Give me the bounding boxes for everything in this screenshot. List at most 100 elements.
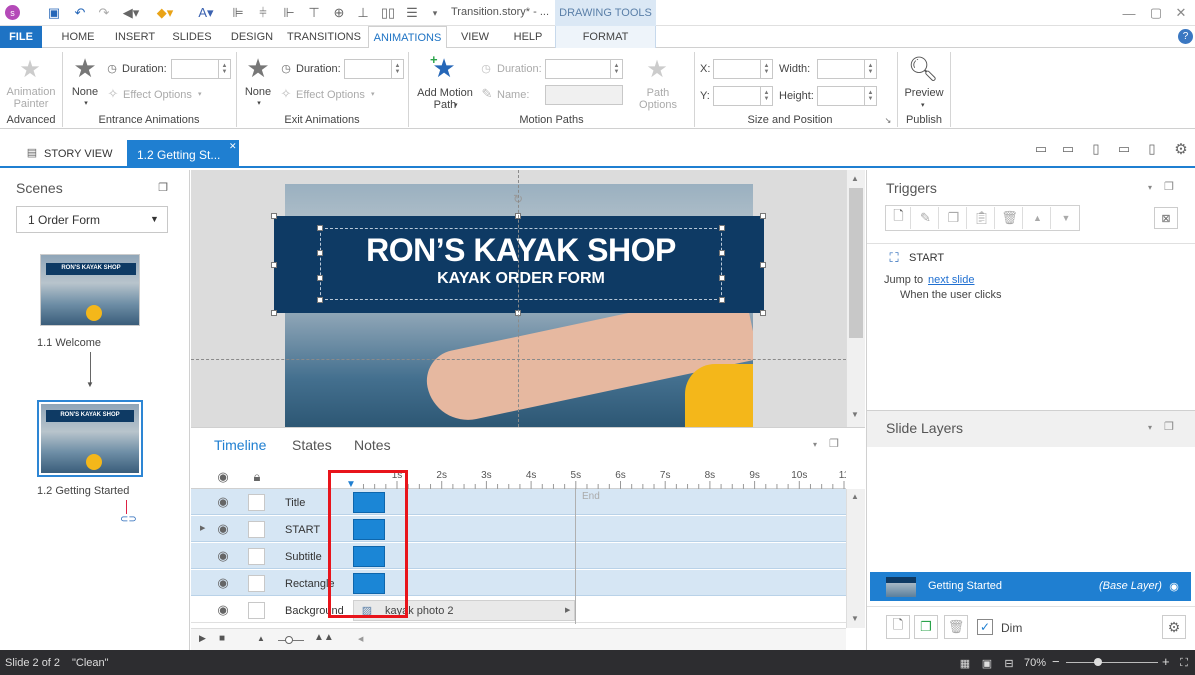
layers-menu-icon[interactable]: ▾: [1148, 423, 1152, 432]
width-spinner[interactable]: ▲ ▼: [864, 60, 876, 78]
timeline-float-icon[interactable]: ❐: [829, 437, 839, 450]
resize-handle[interactable]: [719, 297, 725, 303]
tab-format[interactable]: FORMAT: [555, 26, 656, 48]
y-spinner[interactable]: ▲ ▼: [760, 87, 772, 105]
media-expand-icon[interactable]: ▶: [565, 606, 570, 614]
preview-dropdown-icon[interactable]: ▾: [921, 101, 925, 109]
zoom-slider-track[interactable]: [1066, 662, 1158, 663]
align-bottom-icon[interactable]: ⊥: [355, 4, 371, 22]
exit-effect-options[interactable]: Effect Options: [296, 89, 365, 101]
exit-effect-options-icon[interactable]: ✧: [279, 86, 293, 101]
triggers-float-icon[interactable]: ❐: [1164, 180, 1174, 193]
timeline-hscroll-left-icon[interactable]: ◀: [358, 635, 363, 643]
row-label-subtitle[interactable]: Subtitle: [285, 551, 322, 563]
resize-handle[interactable]: [760, 262, 766, 268]
add-motion-dropdown-icon[interactable]: ▾: [454, 101, 458, 109]
tab-help[interactable]: HELP: [506, 26, 550, 48]
resize-handle[interactable]: [317, 225, 323, 231]
row-label-start[interactable]: START: [285, 524, 320, 536]
exit-star-icon[interactable]: ★: [243, 53, 273, 83]
resize-handle[interactable]: [271, 310, 277, 316]
align-right-icon[interactable]: ⊩: [281, 4, 297, 22]
resize-handle[interactable]: [719, 250, 725, 256]
timeline-vscrollbar[interactable]: [846, 489, 865, 628]
close-tab-icon[interactable]: ✕: [229, 141, 237, 152]
stop-icon[interactable]: ■: [219, 633, 225, 644]
trigger-object-name[interactable]: START: [909, 252, 944, 264]
paste-trigger-icon[interactable]: 📋︎: [969, 207, 995, 229]
help-icon[interactable]: ?: [1178, 29, 1193, 44]
entrance-effect-options[interactable]: Effect Options: [123, 89, 192, 101]
layer-settings-icon[interactable]: ⚙: [1162, 615, 1186, 639]
entrance-dropdown-icon[interactable]: ▾: [80, 99, 92, 107]
tablet-landscape-icon[interactable]: ▭: [1059, 141, 1077, 157]
align-middle-icon[interactable]: ⊕: [331, 4, 347, 22]
play-icon[interactable]: ▶: [199, 633, 206, 644]
undo-icon[interactable]: ↶: [72, 4, 88, 22]
timeline-zoom-thumb[interactable]: [285, 636, 293, 644]
resize-handle[interactable]: [760, 310, 766, 316]
story-view-tab[interactable]: STORY VIEW: [44, 148, 112, 160]
slide-thumbnail-1[interactable]: RON'S KAYAK SHOP: [40, 254, 140, 326]
preview-icon[interactable]: 🔍︎: [906, 53, 940, 85]
zoom-level[interactable]: 70%: [1024, 657, 1046, 669]
zoom-slider-thumb[interactable]: [1094, 658, 1102, 666]
distribute-vertical-icon[interactable]: ☰: [404, 4, 420, 22]
align-top-icon[interactable]: ⊤: [306, 4, 322, 22]
phone-landscape-icon[interactable]: ▭: [1115, 141, 1133, 157]
normal-view-icon[interactable]: ▦: [957, 655, 973, 671]
audio-icon[interactable]: ◀▾: [120, 4, 142, 22]
delete-trigger-icon[interactable]: 🗑︎: [997, 207, 1023, 229]
zoom-in-timeline-icon[interactable]: ▲▲: [314, 632, 334, 643]
resize-handle[interactable]: [271, 262, 277, 268]
new-layer-icon[interactable]: 🗋︎: [886, 615, 910, 639]
resize-handle[interactable]: [271, 213, 277, 219]
tab-transitions[interactable]: TRANSITIONS: [285, 26, 363, 48]
show-all-eye-icon[interactable]: ◉: [215, 469, 231, 485]
row-eye-icon[interactable]: ◉: [215, 494, 231, 510]
path-options-icon[interactable]: ★: [643, 55, 671, 83]
move-down-icon[interactable]: ▼: [1053, 207, 1079, 229]
resize-handle[interactable]: [760, 213, 766, 219]
tab-insert[interactable]: INSERT: [110, 26, 160, 48]
entrance-star-icon[interactable]: ★: [70, 53, 100, 83]
preview-button[interactable]: Preview: [901, 87, 947, 99]
canvas-scroll-down-icon[interactable]: ▼: [851, 410, 859, 419]
row-lock-checkbox[interactable]: [248, 521, 265, 538]
delete-layer-icon[interactable]: 🗑︎: [944, 615, 968, 639]
canvas-scroll-thumb[interactable]: [849, 188, 863, 338]
tab-design[interactable]: DESIGN: [226, 26, 278, 48]
align-left-icon[interactable]: ⊫: [230, 4, 246, 22]
phone-portrait-icon[interactable]: ▯: [1145, 141, 1159, 157]
distribute-icon[interactable]: ▯▯: [380, 4, 396, 22]
base-layer-eye-icon[interactable]: ◉: [1167, 578, 1181, 594]
timeline-menu-icon[interactable]: ▾: [813, 440, 817, 449]
layers-float-icon[interactable]: ❐: [1164, 420, 1174, 433]
variables-icon[interactable]: ⊠: [1154, 207, 1178, 229]
tab-view[interactable]: VIEW: [454, 26, 496, 48]
resize-handle[interactable]: [317, 297, 323, 303]
timeline-scroll-down-icon[interactable]: ▼: [851, 614, 859, 623]
tab-file[interactable]: FILE: [0, 26, 42, 48]
presenter-view-icon[interactable]: ⊟: [1001, 655, 1017, 671]
exit-effect-dropdown-icon[interactable]: ▾: [371, 90, 375, 98]
align-center-icon[interactable]: ⫩: [255, 4, 271, 22]
row-label-title[interactable]: Title: [285, 497, 305, 509]
row-eye-icon[interactable]: ◉: [215, 521, 231, 537]
save-icon[interactable]: ▣: [45, 4, 63, 22]
settings-gear-icon[interactable]: ⚙: [1172, 140, 1190, 158]
states-tab[interactable]: States: [292, 437, 332, 453]
resize-handle[interactable]: [719, 225, 725, 231]
duplicate-layer-icon[interactable]: ❐: [914, 615, 938, 639]
customize-toolbar-icon[interactable]: ▾: [428, 4, 442, 22]
redo-icon[interactable]: ↷: [96, 4, 112, 22]
resize-handle[interactable]: [317, 275, 323, 281]
copy-trigger-icon[interactable]: ❐: [941, 207, 967, 229]
slide-view-icon[interactable]: ▣: [979, 655, 995, 671]
close-icon[interactable]: ✕: [1170, 4, 1192, 22]
timeline-scroll-up-icon[interactable]: ▲: [851, 492, 859, 501]
row-lock-checkbox[interactable]: [248, 602, 265, 619]
row-eye-icon[interactable]: ◉: [215, 602, 231, 618]
effect-options-icon[interactable]: ✧: [106, 86, 120, 101]
exit-none-button[interactable]: None: [241, 86, 275, 98]
